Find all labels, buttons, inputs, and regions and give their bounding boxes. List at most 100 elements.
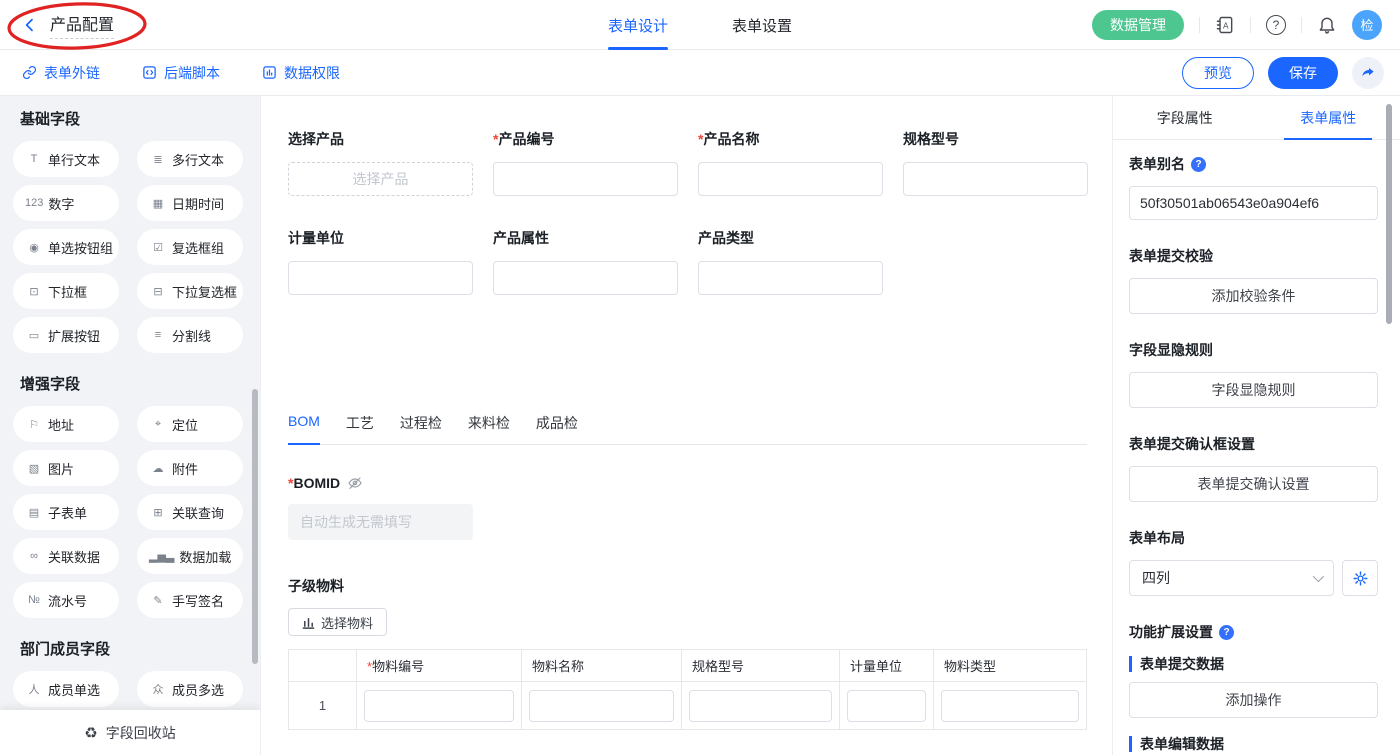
field-item-signature[interactable]: ✎手写签名 <box>137 582 243 618</box>
avatar[interactable]: 检 <box>1352 10 1382 40</box>
field-select-product[interactable]: 选择产品 选择产品 <box>288 129 473 196</box>
select-product-picker[interactable]: 选择产品 <box>288 162 473 196</box>
select-icon: ⊡ <box>25 285 43 298</box>
field-item-linked-data[interactable]: ∞关联数据 <box>13 538 119 574</box>
checkbox-icon: ☑ <box>149 241 167 254</box>
field-item-radio-group[interactable]: ◉单选按钮组 <box>13 229 119 265</box>
field-item-locate[interactable]: ⌖定位 <box>137 406 243 442</box>
tab-process[interactable]: 工艺 <box>346 413 374 444</box>
image-icon: ▧ <box>25 462 43 475</box>
material-code-input[interactable] <box>364 690 514 722</box>
material-name-input[interactable] <box>529 690 674 722</box>
sub-material-label: 子级物料 <box>288 576 1087 596</box>
tab-form-settings[interactable]: 表单设置 <box>732 0 792 50</box>
help-badge-icon[interactable]: ? <box>1219 625 1234 640</box>
main-area: 基础字段 T单行文本 ≣多行文本 123数字 ▦日期时间 ◉单选按钮组 ☑复选框… <box>0 96 1400 755</box>
add-submit-action-button[interactable]: 添加操作 <box>1129 682 1378 718</box>
backend-script-link[interactable]: 后端脚本 <box>142 63 220 83</box>
tab-incoming-inspection[interactable]: 来料检 <box>468 413 510 444</box>
material-table-row: 1 <box>289 682 1087 730</box>
share-button[interactable] <box>1352 57 1384 89</box>
people-icon: 众 <box>149 681 167 697</box>
unit-input[interactable] <box>288 261 473 295</box>
field-item-multi-line-text[interactable]: ≣多行文本 <box>137 141 243 177</box>
field-item-address[interactable]: ⚐地址 <box>13 406 119 442</box>
data-permission-link[interactable]: 数据权限 <box>262 63 340 83</box>
preview-button[interactable]: 预览 <box>1182 57 1254 89</box>
field-unit[interactable]: 计量单位 <box>288 228 473 295</box>
subform-icon: ▤ <box>25 506 43 519</box>
material-table: *物料编号 物料名称 规格型号 计量单位 物料类型 1 <box>288 649 1087 730</box>
field-item-extend-button[interactable]: ▭扩展按钮 <box>13 317 119 353</box>
visibility-rules-button[interactable]: 字段显隐规则 <box>1129 372 1378 408</box>
page-title[interactable]: 产品配置 <box>50 11 114 39</box>
field-item-linked-query[interactable]: ⊞关联查询 <box>137 494 243 530</box>
form-external-link[interactable]: 表单外链 <box>22 63 100 83</box>
help-badge-icon[interactable]: ? <box>1191 157 1206 172</box>
layout-select[interactable]: 四列 <box>1129 560 1334 596</box>
recycle-icon: ♻ <box>84 724 97 742</box>
script-icon <box>142 65 157 80</box>
notification-bell-icon[interactable] <box>1317 15 1337 35</box>
field-item-number[interactable]: 123数字 <box>13 185 119 221</box>
spec-model-input[interactable] <box>903 162 1088 196</box>
calendar-icon: ▦ <box>149 197 167 210</box>
material-type-input[interactable] <box>941 690 1079 722</box>
properties-body: 表单别名 ? 表单提交校验 添加校验条件 字段显隐规则 字段显隐规则 表单提交确… <box>1113 140 1400 755</box>
field-item-checkbox-group[interactable]: ☑复选框组 <box>137 229 243 265</box>
material-unit-input[interactable] <box>847 690 926 722</box>
tab-finished-inspection[interactable]: 成品检 <box>536 413 578 444</box>
panel-scrollbar[interactable] <box>1386 104 1392 324</box>
field-product-code[interactable]: *产品编号 <box>493 129 678 196</box>
field-item-serial-number[interactable]: №流水号 <box>13 582 119 618</box>
field-item-datetime[interactable]: ▦日期时间 <box>137 185 243 221</box>
field-item-select[interactable]: ⊡下拉框 <box>13 273 119 309</box>
contacts-book-icon[interactable]: A <box>1215 15 1235 35</box>
form-alias-input[interactable] <box>1129 186 1378 220</box>
field-product-attr[interactable]: 产品属性 <box>493 228 678 295</box>
tab-field-properties[interactable]: 字段属性 <box>1113 96 1257 139</box>
field-item-member-multi[interactable]: 众成员多选 <box>137 671 243 707</box>
tab-form-properties[interactable]: 表单属性 <box>1257 96 1400 139</box>
select-material-button[interactable]: 选择物料 <box>288 608 387 636</box>
tab-form-design[interactable]: 表单设计 <box>608 0 668 50</box>
field-item-multi-select[interactable]: ⊟下拉复选框 <box>137 273 243 309</box>
bomid-input[interactable] <box>288 504 473 540</box>
field-item-attachment[interactable]: ☁附件 <box>137 450 243 486</box>
product-type-input[interactable] <box>698 261 883 295</box>
material-spec-input[interactable] <box>689 690 832 722</box>
field-product-name[interactable]: *产品名称 <box>698 129 883 196</box>
add-validation-button[interactable]: 添加校验条件 <box>1129 278 1378 314</box>
divider <box>1301 17 1302 33</box>
tab-process-inspection[interactable]: 过程检 <box>400 413 442 444</box>
data-manage-button[interactable]: 数据管理 <box>1092 10 1184 40</box>
field-item-data-load[interactable]: ▂▅▃数据加载 <box>137 538 243 574</box>
field-item-divider[interactable]: ≡分割线 <box>137 317 243 353</box>
field-item-subform[interactable]: ▤子表单 <box>13 494 119 530</box>
col-unit: 计量单位 <box>840 650 934 682</box>
help-icon[interactable]: ? <box>1266 15 1286 35</box>
save-button[interactable]: 保存 <box>1268 57 1338 89</box>
extend-button-icon: ▭ <box>25 329 43 342</box>
field-item-member-single[interactable]: 人成员单选 <box>13 671 119 707</box>
product-attr-input[interactable] <box>493 261 678 295</box>
section-title-basic-fields: 基础字段 <box>20 108 260 129</box>
layout-settings-button[interactable] <box>1342 560 1378 596</box>
product-code-input[interactable] <box>493 162 678 196</box>
enhanced-fields-grid: ⚐地址 ⌖定位 ▧图片 ☁附件 ▤子表单 ⊞关联查询 ∞关联数据 ▂▅▃数据加载… <box>13 406 260 618</box>
tab-bom[interactable]: BOM <box>288 413 320 445</box>
field-product-type[interactable]: 产品类型 <box>698 228 883 295</box>
field-palette-sidebar: 基础字段 T单行文本 ≣多行文本 123数字 ▦日期时间 ◉单选按钮组 ☑复选框… <box>0 96 260 755</box>
radio-icon: ◉ <box>25 241 43 254</box>
product-name-input[interactable] <box>698 162 883 196</box>
back-icon[interactable] <box>22 17 38 33</box>
field-item-single-line-text[interactable]: T单行文本 <box>13 141 119 177</box>
submit-confirm-button[interactable]: 表单提交确认设置 <box>1129 466 1378 502</box>
data-permission-label: 数据权限 <box>284 63 340 83</box>
field-recycle-bin[interactable]: ♻ 字段回收站 <box>0 710 260 755</box>
field-spec-model[interactable]: 规格型号 <box>903 129 1088 196</box>
submit-validation-label: 表单提交校验 <box>1129 246 1378 266</box>
field-item-image[interactable]: ▧图片 <box>13 450 119 486</box>
sidebar-scrollbar[interactable] <box>252 389 258 664</box>
form-layout-label: 表单布局 <box>1129 528 1378 548</box>
